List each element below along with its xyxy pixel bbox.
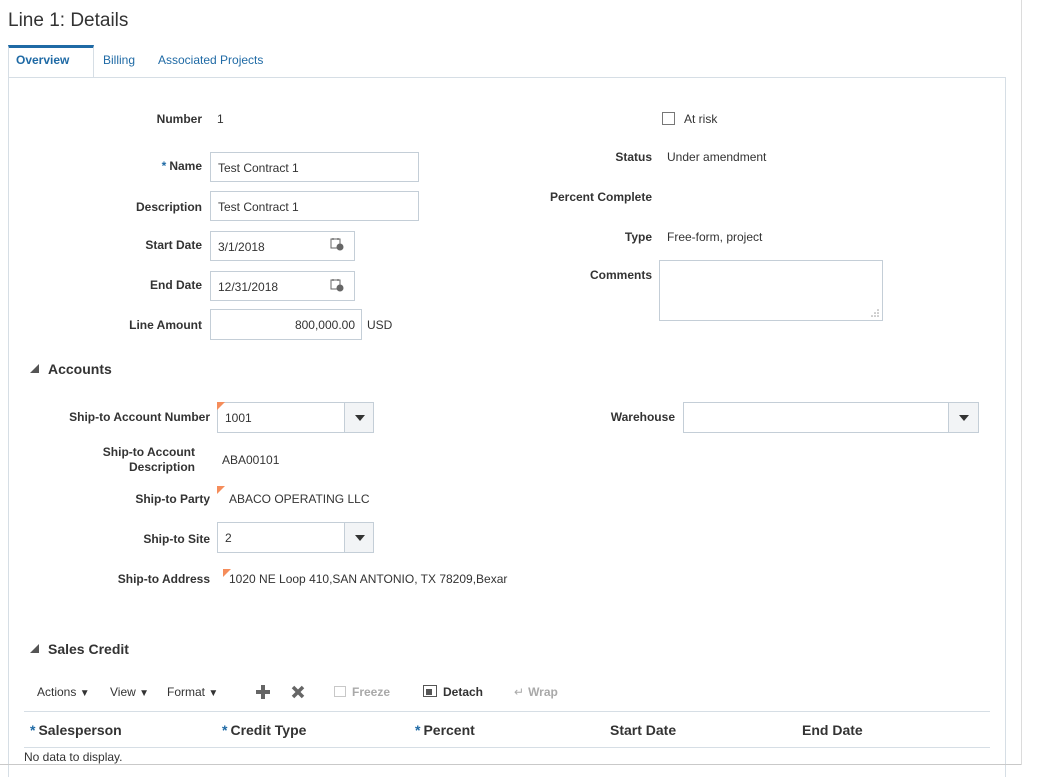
ship-to-address-label: Ship-to Address: [117, 572, 210, 586]
warehouse-dropdown-button[interactable]: [948, 402, 979, 433]
column-header-percent[interactable]: * Percent: [415, 722, 475, 738]
column-header-salesperson[interactable]: * Salesperson: [30, 722, 122, 738]
warehouse-field[interactable]: [683, 402, 949, 433]
wrap-label: Wrap: [528, 685, 558, 699]
warehouse-label: Warehouse: [610, 410, 675, 424]
collapse-triangle-icon[interactable]: [30, 364, 39, 373]
collapse-triangle-icon[interactable]: [30, 644, 39, 653]
required-indicator: *: [415, 722, 421, 738]
comments-label: Comments: [589, 268, 652, 282]
detach-icon: [423, 685, 437, 697]
table-header-top-border: [24, 711, 990, 712]
column-header-credit-type-label: Credit Type: [230, 722, 307, 738]
comments-field[interactable]: [659, 260, 883, 321]
tab-bar: Overview Billing Associated Projects: [8, 45, 1006, 78]
ship-to-account-description-label-line1: Ship-to Account: [102, 445, 195, 459]
freeze-icon: [334, 686, 346, 697]
name-label-text: Name: [169, 159, 202, 173]
ship-to-site-label: Ship-to Site: [143, 532, 210, 546]
line-amount-label: Line Amount: [129, 318, 202, 332]
page-title: Line 1: Details: [8, 10, 129, 31]
ship-to-account-number-label: Ship-to Account Number: [69, 410, 210, 424]
required-indicator: *: [161, 159, 167, 173]
ship-to-site-field[interactable]: 2: [217, 522, 345, 553]
column-header-start-date[interactable]: Start Date: [610, 722, 676, 738]
required-indicator: *: [222, 722, 228, 738]
ship-to-account-description-label: Ship-to Account Description: [60, 445, 195, 475]
freeze-label: Freeze: [352, 685, 391, 699]
change-flag-icon: [217, 402, 225, 410]
start-date-label: Start Date: [145, 238, 202, 252]
name-field[interactable]: Test Contract 1: [210, 152, 419, 182]
freeze-button[interactable]: Freeze: [334, 685, 390, 699]
percent-complete-label: Percent Complete: [549, 190, 652, 204]
type-label: Type: [624, 230, 652, 244]
actions-menu[interactable]: Actions ▼: [37, 685, 90, 699]
ship-to-account-description-label-line2: Description: [128, 460, 195, 474]
description-field[interactable]: Test Contract 1: [210, 191, 419, 221]
wrap-button[interactable]: ↵ Wrap: [514, 685, 558, 699]
table-header-bottom-border: [24, 747, 990, 748]
chevron-down-icon: ▼: [139, 688, 150, 699]
ship-to-address-value: 1020 NE Loop 410,SAN ANTONIO, TX 78209,B…: [229, 572, 508, 586]
format-menu-label: Format: [167, 685, 206, 699]
column-header-credit-type[interactable]: * Credit Type: [222, 722, 306, 738]
table-empty-message: No data to display.: [24, 750, 123, 764]
calendar-icon[interactable]: [330, 237, 344, 251]
ship-to-party-label: Ship-to Party: [135, 492, 210, 506]
right-divider: [1021, 0, 1022, 765]
column-header-percent-label: Percent: [423, 722, 475, 738]
chevron-down-icon: ▼: [79, 688, 90, 699]
ship-to-account-description-value: ABA00101: [222, 453, 280, 467]
end-date-label: End Date: [149, 278, 202, 292]
at-risk-checkbox[interactable]: [662, 112, 675, 125]
tab-billing[interactable]: Billing: [103, 53, 135, 67]
view-menu-label: View: [110, 685, 136, 699]
column-header-salesperson-label: Salesperson: [38, 722, 122, 738]
wrap-icon: ↵: [514, 685, 525, 699]
at-risk-label: At risk: [684, 112, 718, 126]
ship-to-account-number-dropdown-button[interactable]: [344, 402, 374, 433]
chevron-down-icon: [959, 415, 969, 421]
chevron-down-icon: [355, 415, 365, 421]
number-value: 1: [217, 112, 224, 126]
change-flag-icon: [217, 486, 225, 494]
tab-overview[interactable]: Overview: [16, 53, 69, 67]
type-value: Free-form, project: [667, 230, 763, 244]
add-icon[interactable]: [255, 684, 271, 700]
description-label: Description: [135, 200, 202, 214]
chevron-down-icon: ▼: [208, 688, 219, 699]
number-label: Number: [156, 112, 202, 126]
status-label: Status: [615, 150, 652, 164]
sales-credit-section-header[interactable]: Sales Credit: [48, 641, 129, 657]
line-amount-field[interactable]: 800,000.00: [210, 309, 362, 340]
detach-button[interactable]: Detach: [423, 685, 483, 699]
ship-to-party-value: ABACO OPERATING LLC: [229, 492, 370, 506]
format-menu[interactable]: Format ▼: [167, 685, 218, 699]
detach-label: Detach: [443, 685, 484, 699]
required-indicator: *: [30, 722, 36, 738]
column-header-end-date[interactable]: End Date: [802, 722, 863, 738]
tab-associated-projects[interactable]: Associated Projects: [158, 53, 263, 67]
delete-icon[interactable]: [290, 684, 306, 700]
name-label: * Name: [100, 159, 202, 173]
ship-to-account-number-field[interactable]: 1001: [217, 402, 345, 433]
currency-code: USD: [367, 318, 393, 332]
view-menu[interactable]: View ▼: [110, 685, 149, 699]
chevron-down-icon: [355, 535, 365, 541]
accounts-section-header[interactable]: Accounts: [48, 361, 112, 377]
actions-menu-label: Actions: [37, 685, 77, 699]
resize-grip-icon[interactable]: [870, 308, 880, 318]
status-value: Under amendment: [667, 150, 767, 164]
ship-to-site-dropdown-button[interactable]: [344, 522, 374, 553]
calendar-icon[interactable]: [330, 278, 344, 292]
